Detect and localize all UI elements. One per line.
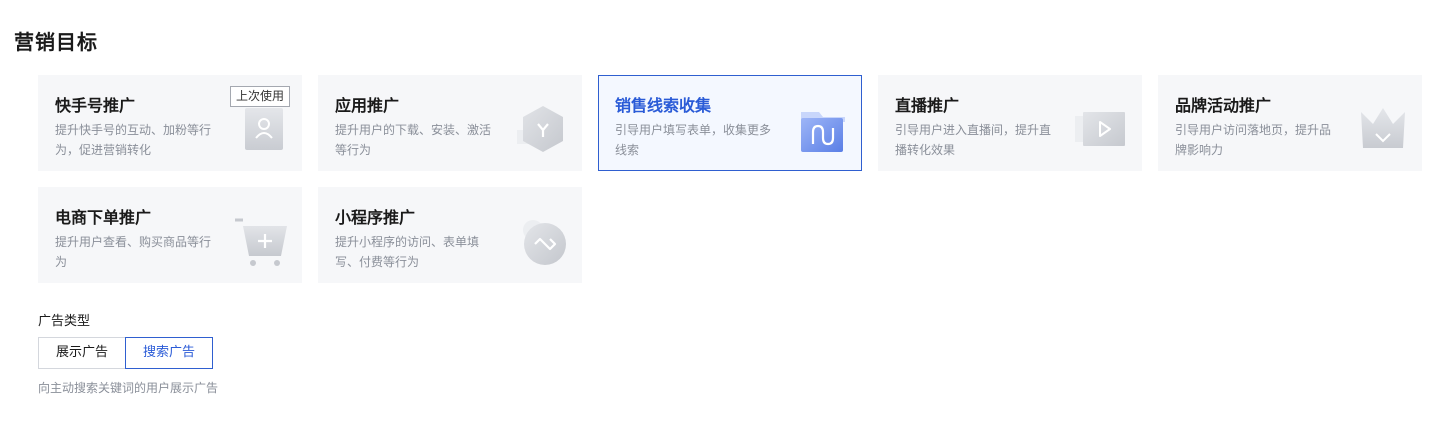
card-description: 引导用户访问落地页，提升品牌影响力 bbox=[1175, 123, 1332, 157]
live-play-icon bbox=[1075, 112, 1125, 146]
card-description: 提升用户查看、购买商品等行为 bbox=[55, 235, 212, 269]
folder-lead-icon bbox=[801, 112, 845, 152]
card-title: 快手号推广 bbox=[55, 96, 136, 115]
card-description: 提升用户的下载、安装、激活等行为 bbox=[335, 123, 492, 157]
card-description: 引导用户填写表单，收集更多线索 bbox=[615, 123, 772, 157]
goal-card-kuaishou[interactable]: 快手号推广 提升快手号的互动、加粉等行为，促进营销转化 上次使用 bbox=[38, 75, 302, 171]
card-description: 提升小程序的访问、表单填写、付费等行为 bbox=[335, 235, 480, 269]
goal-card-mini-program[interactable]: 小程序推广 提升小程序的访问、表单填写、付费等行为 bbox=[318, 187, 582, 283]
goal-card-app[interactable]: 应用推广 提升用户的下载、安装、激活等行为 bbox=[318, 75, 582, 171]
mini-program-icon bbox=[523, 220, 566, 265]
goal-card-leads[interactable]: 销售线索收集 引导用户填写表单，收集更多线索 bbox=[598, 75, 862, 171]
crown-icon bbox=[1361, 108, 1405, 148]
card-title: 小程序推广 bbox=[335, 208, 416, 227]
shopping-cart-icon bbox=[235, 218, 287, 266]
card-title: 直播推广 bbox=[895, 96, 960, 115]
app-hexagon-icon bbox=[517, 106, 563, 152]
user-profile-icon bbox=[245, 108, 283, 150]
card-description: 提升快手号的互动、加粉等行为，促进营销转化 bbox=[55, 123, 212, 157]
card-description: 引导用户进入直播间，提升直播转化效果 bbox=[895, 123, 1052, 157]
card-title: 销售线索收集 bbox=[615, 96, 712, 115]
ad-type-display-option[interactable]: 展示广告 bbox=[38, 337, 126, 369]
goal-card-brand[interactable]: 品牌活动推广 引导用户访问落地页，提升品牌影响力 bbox=[1158, 75, 1422, 171]
goal-card-live[interactable]: 直播推广 引导用户进入直播间，提升直播转化效果 bbox=[878, 75, 1142, 171]
goal-card-ecommerce[interactable]: 电商下单推广 提升用户查看、购买商品等行为 bbox=[38, 187, 302, 283]
card-title: 电商下单推广 bbox=[55, 208, 152, 227]
ad-type-label: 广告类型 bbox=[38, 314, 91, 329]
page-title: 营销目标 bbox=[14, 30, 98, 54]
card-title: 应用推广 bbox=[335, 96, 400, 115]
ad-type-help-text: 向主动搜索关键词的用户展示广告 bbox=[38, 381, 219, 395]
card-title: 品牌活动推广 bbox=[1175, 96, 1272, 115]
ad-type-search-option[interactable]: 搜索广告 bbox=[125, 337, 213, 369]
